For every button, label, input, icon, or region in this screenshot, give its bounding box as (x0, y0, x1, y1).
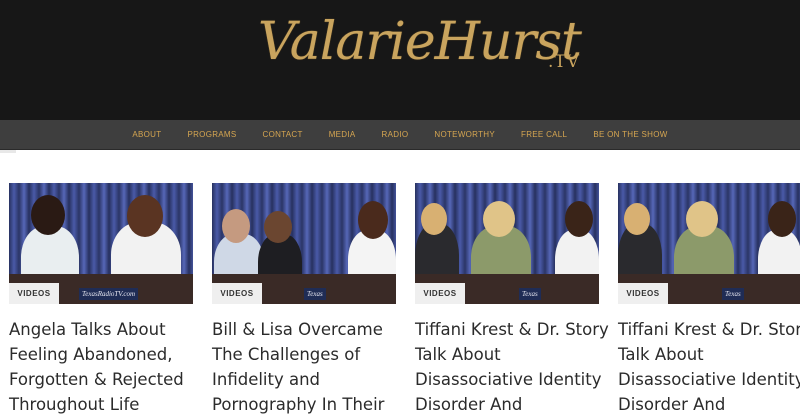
videos-badge[interactable]: VIDEOS (212, 283, 262, 304)
nav-item-about[interactable]: ABOUT (119, 130, 174, 139)
site-logo[interactable]: ValarieHurst .TV (258, 6, 582, 106)
main-nav: ABOUT PROGRAMS CONTACT MEDIA RADIO NOTEW… (0, 120, 800, 150)
video-title[interactable]: Tiffani Krest & Dr. Story Talk About Dis… (415, 317, 615, 417)
desk-sign: Texas (304, 288, 326, 300)
guest-head (421, 203, 447, 235)
host-head (127, 195, 163, 237)
nav-item-noteworthy[interactable]: NOTEWORTHY (421, 130, 508, 139)
video-thumbnail[interactable]: Texas VIDEOS (212, 183, 396, 304)
videos-badge[interactable]: VIDEOS (9, 283, 59, 304)
guest-head (483, 201, 515, 237)
videos-badge[interactable]: VIDEOS (618, 283, 668, 304)
host-head (768, 201, 796, 237)
nav-item-free-call[interactable]: FREE CALL (508, 130, 580, 139)
video-thumbnail[interactable]: TexasRadioTV.com VIDEOS (9, 183, 193, 304)
desk-sign: Texas (519, 288, 541, 300)
logo-suffix: .TV (548, 52, 581, 72)
guest-head (686, 201, 718, 237)
nav-item-be-on-the-show[interactable]: BE ON THE SHOW (580, 130, 680, 139)
site-header: ValarieHurst .TV (0, 0, 800, 120)
guest-head (624, 203, 650, 235)
guest-head (222, 209, 250, 243)
desk-sign: Texas (722, 288, 744, 300)
guest-head (31, 195, 65, 235)
guest-head (264, 211, 292, 243)
videos-badge[interactable]: VIDEOS (415, 283, 465, 304)
nav-item-contact[interactable]: CONTACT (250, 130, 316, 139)
nav-item-programs[interactable]: PROGRAMS (174, 130, 249, 139)
video-title[interactable]: Tiffani Krest & Dr. Story Talk About Dis… (618, 317, 800, 417)
divider (0, 150, 16, 153)
nav-item-media[interactable]: MEDIA (316, 130, 369, 139)
logo-wordmark: ValarieHurst (258, 12, 582, 72)
video-thumbnail[interactable]: Texas VIDEOS (618, 183, 800, 304)
host-head (565, 201, 593, 237)
host-head (358, 201, 388, 239)
video-title[interactable]: Angela Talks About Feeling Abandoned, Fo… (9, 317, 209, 417)
video-title[interactable]: Bill & Lisa Overcame The Challenges of I… (212, 317, 412, 417)
nav-item-radio[interactable]: RADIO (369, 130, 422, 139)
video-thumbnail[interactable]: Texas VIDEOS (415, 183, 599, 304)
desk-sign: TexasRadioTV.com (79, 288, 139, 300)
